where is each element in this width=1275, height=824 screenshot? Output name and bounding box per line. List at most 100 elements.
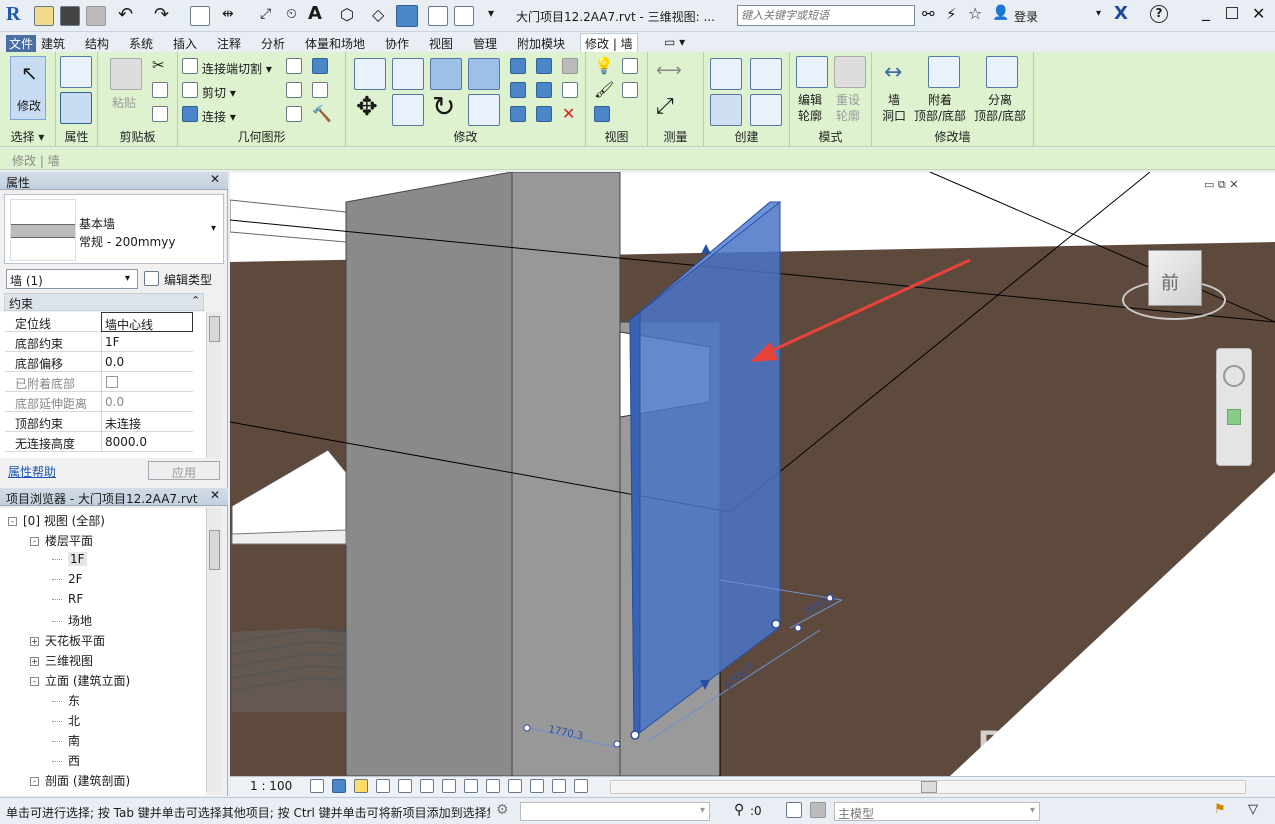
- 3d-view-icon[interactable]: ⬡: [340, 5, 354, 24]
- minimize-icon[interactable]: _: [1202, 2, 1210, 21]
- collapse-icon[interactable]: ⌃: [191, 294, 200, 307]
- edit-profile-label[interactable]: 编辑 轮廓: [798, 92, 822, 124]
- attach-top-base-label[interactable]: 附着 顶部/底部: [914, 92, 966, 124]
- type-dropdown-icon[interactable]: ▾: [211, 223, 216, 234]
- tab-systems[interactable]: 系统: [129, 35, 153, 52]
- viewport-controls[interactable]: ▭ ⧉ ✕: [1204, 178, 1238, 192]
- tab-view[interactable]: 视图: [429, 35, 453, 52]
- browser-tree-item[interactable]: 北: [52, 712, 80, 729]
- properties-close-icon[interactable]: ✕: [210, 172, 220, 186]
- split-gap-icon[interactable]: [536, 58, 552, 74]
- paste-icon[interactable]: [110, 58, 142, 90]
- section-icon[interactable]: ◇: [372, 5, 384, 24]
- prop-row-location-line[interactable]: 定位线 墙中心线: [5, 312, 193, 332]
- undo-icon[interactable]: ↶: [118, 4, 133, 25]
- dimension-grip[interactable]: [613, 740, 621, 748]
- text-icon[interactable]: A: [308, 3, 322, 24]
- sync-icon[interactable]: [86, 6, 106, 26]
- prop-row-base-offset[interactable]: 底部偏移 0.0: [5, 352, 193, 372]
- dimension-grip[interactable]: [794, 624, 802, 632]
- tab-collaborate[interactable]: 协作: [385, 35, 409, 52]
- type-properties-icon[interactable]: [60, 56, 92, 88]
- apply-button[interactable]: 应用: [148, 461, 220, 480]
- browser-tree-item[interactable]: + 三维视图: [30, 652, 93, 669]
- create-assembly-icon[interactable]: [710, 58, 742, 90]
- select-links-icon[interactable]: ⚑: [1214, 802, 1226, 817]
- tab-manage[interactable]: 管理: [473, 35, 497, 52]
- wall-opening-label[interactable]: 墙 洞口: [882, 92, 906, 124]
- design-option-dropdown[interactable]: 主模型 ▾: [834, 802, 1040, 821]
- print-icon[interactable]: [190, 6, 210, 26]
- ribbon-toggle-icon[interactable]: ▭ ▾: [664, 35, 685, 49]
- create-similar-icon[interactable]: [750, 94, 782, 126]
- trim-multiple-icon[interactable]: [510, 106, 526, 122]
- view-settings-icon[interactable]: [622, 58, 638, 74]
- wall-end-grip[interactable]: [771, 619, 781, 629]
- hammer-icon[interactable]: 🔨: [312, 104, 332, 123]
- join-icon[interactable]: [182, 106, 198, 122]
- binoculars-icon[interactable]: ⚯: [922, 5, 935, 23]
- tab-addins[interactable]: 附加模块: [517, 35, 565, 52]
- split-face-icon[interactable]: [286, 58, 302, 74]
- login-button[interactable]: 登录: [1014, 8, 1038, 25]
- match-properties-icon[interactable]: [152, 106, 168, 122]
- viewcube-box[interactable]: 前: [1148, 250, 1202, 306]
- browser-scrollbar[interactable]: [206, 508, 222, 792]
- view-scale[interactable]: 1 : 100: [250, 779, 292, 793]
- user-icon[interactable]: 👤: [992, 5, 1009, 21]
- column-side[interactable]: [511, 172, 621, 776]
- properties-icon[interactable]: [60, 92, 92, 124]
- sun-path-icon[interactable]: [354, 779, 368, 793]
- prop-row-unconnected-height[interactable]: 无连接高度 8000.0: [5, 432, 193, 452]
- app-logo[interactable]: R: [6, 3, 20, 26]
- close-icon[interactable]: ✕: [1252, 4, 1265, 23]
- aligned-dimension-icon[interactable]: ⤢: [656, 94, 674, 119]
- scroll-thumb[interactable]: [209, 316, 220, 342]
- cope-label[interactable]: 连接端切割 ▾: [202, 60, 272, 77]
- filter-icon[interactable]: ⚲: [734, 802, 744, 818]
- cut-geometry-label[interactable]: 剪切 ▾: [202, 84, 236, 101]
- copy-icon[interactable]: [152, 82, 168, 98]
- panel-label-select[interactable]: 选择 ▾: [0, 128, 55, 145]
- attach-top-base-icon[interactable]: [928, 56, 960, 88]
- cope-icon[interactable]: [182, 58, 198, 74]
- trim-single-icon[interactable]: [536, 106, 552, 122]
- worksets-icon[interactable]: ⚙: [496, 802, 509, 818]
- subscription-icon[interactable]: ⚡: [946, 5, 957, 23]
- crop-view-icon[interactable]: [420, 779, 434, 793]
- browser-tree-item[interactable]: 1F: [52, 552, 87, 566]
- switch-windows-icon[interactable]: [454, 6, 474, 26]
- exchange-icon[interactable]: X: [1114, 3, 1128, 24]
- wall-join-icon[interactable]: [312, 58, 328, 74]
- array-icon[interactable]: [510, 82, 526, 98]
- login-dropdown-icon[interactable]: ▾: [1096, 8, 1101, 19]
- close-hidden-icon[interactable]: [428, 6, 448, 26]
- full-nav-wheel-icon[interactable]: [1223, 365, 1245, 387]
- tab-annotate[interactable]: 注释: [217, 35, 241, 52]
- reveal-hidden-icon[interactable]: [508, 779, 522, 793]
- analytical-model-icon[interactable]: [530, 779, 544, 793]
- browser-tree-item[interactable]: - 立面 (建筑立面): [30, 672, 130, 689]
- scroll-thumb[interactable]: [209, 530, 220, 570]
- move-icon[interactable]: ✥: [356, 92, 378, 122]
- properties-scrollbar[interactable]: [206, 312, 222, 458]
- type-selector[interactable]: 基本墙 常规 - 200mmyy ▾: [4, 194, 224, 264]
- unpin-icon[interactable]: [562, 82, 578, 98]
- tab-massing-site[interactable]: 体量和场地: [305, 35, 365, 52]
- render-icon[interactable]: [398, 779, 412, 793]
- workset-dropdown[interactable]: ▾: [520, 802, 710, 821]
- hide-icon[interactable]: [594, 106, 610, 122]
- tab-analyze[interactable]: 分析: [261, 35, 285, 52]
- align-icon[interactable]: [354, 58, 386, 90]
- design-options-icon[interactable]: [786, 802, 802, 818]
- save-icon[interactable]: [60, 6, 80, 26]
- scale-icon[interactable]: [536, 82, 552, 98]
- scroll-thumb[interactable]: [921, 781, 937, 793]
- reset-profile-icon[interactable]: [834, 56, 866, 88]
- modify-button[interactable]: ↖ 修改: [10, 56, 46, 120]
- tab-file[interactable]: 文件: [6, 35, 37, 52]
- offset-icon[interactable]: [392, 58, 424, 90]
- edit-type-button[interactable]: 编辑类型: [144, 269, 220, 289]
- copy-element-icon[interactable]: [392, 94, 424, 126]
- customize-icon[interactable]: ▾: [488, 6, 494, 20]
